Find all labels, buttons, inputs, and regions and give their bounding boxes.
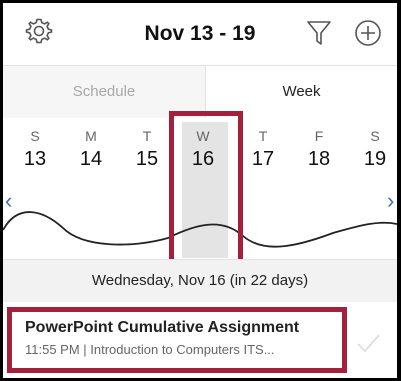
page-title: Nov 13 - 19 [144, 22, 256, 45]
assignment-highlight-box [7, 307, 347, 373]
app-frame: Nov 13 - 19 Schedule Week S 13 M 14 T 15… [3, 3, 397, 378]
checkmark-icon[interactable] [355, 332, 381, 354]
selected-date-label: Wednesday, Nov 16 (in 22 days) [3, 259, 397, 303]
filter-icon[interactable] [306, 19, 332, 47]
header: Nov 13 - 19 [3, 3, 397, 65]
plus-circle-icon[interactable] [354, 19, 382, 47]
chevron-right-icon[interactable]: › [387, 188, 394, 214]
day-highlight-box [169, 111, 243, 266]
chevron-left-icon[interactable]: ‹ [5, 188, 12, 214]
